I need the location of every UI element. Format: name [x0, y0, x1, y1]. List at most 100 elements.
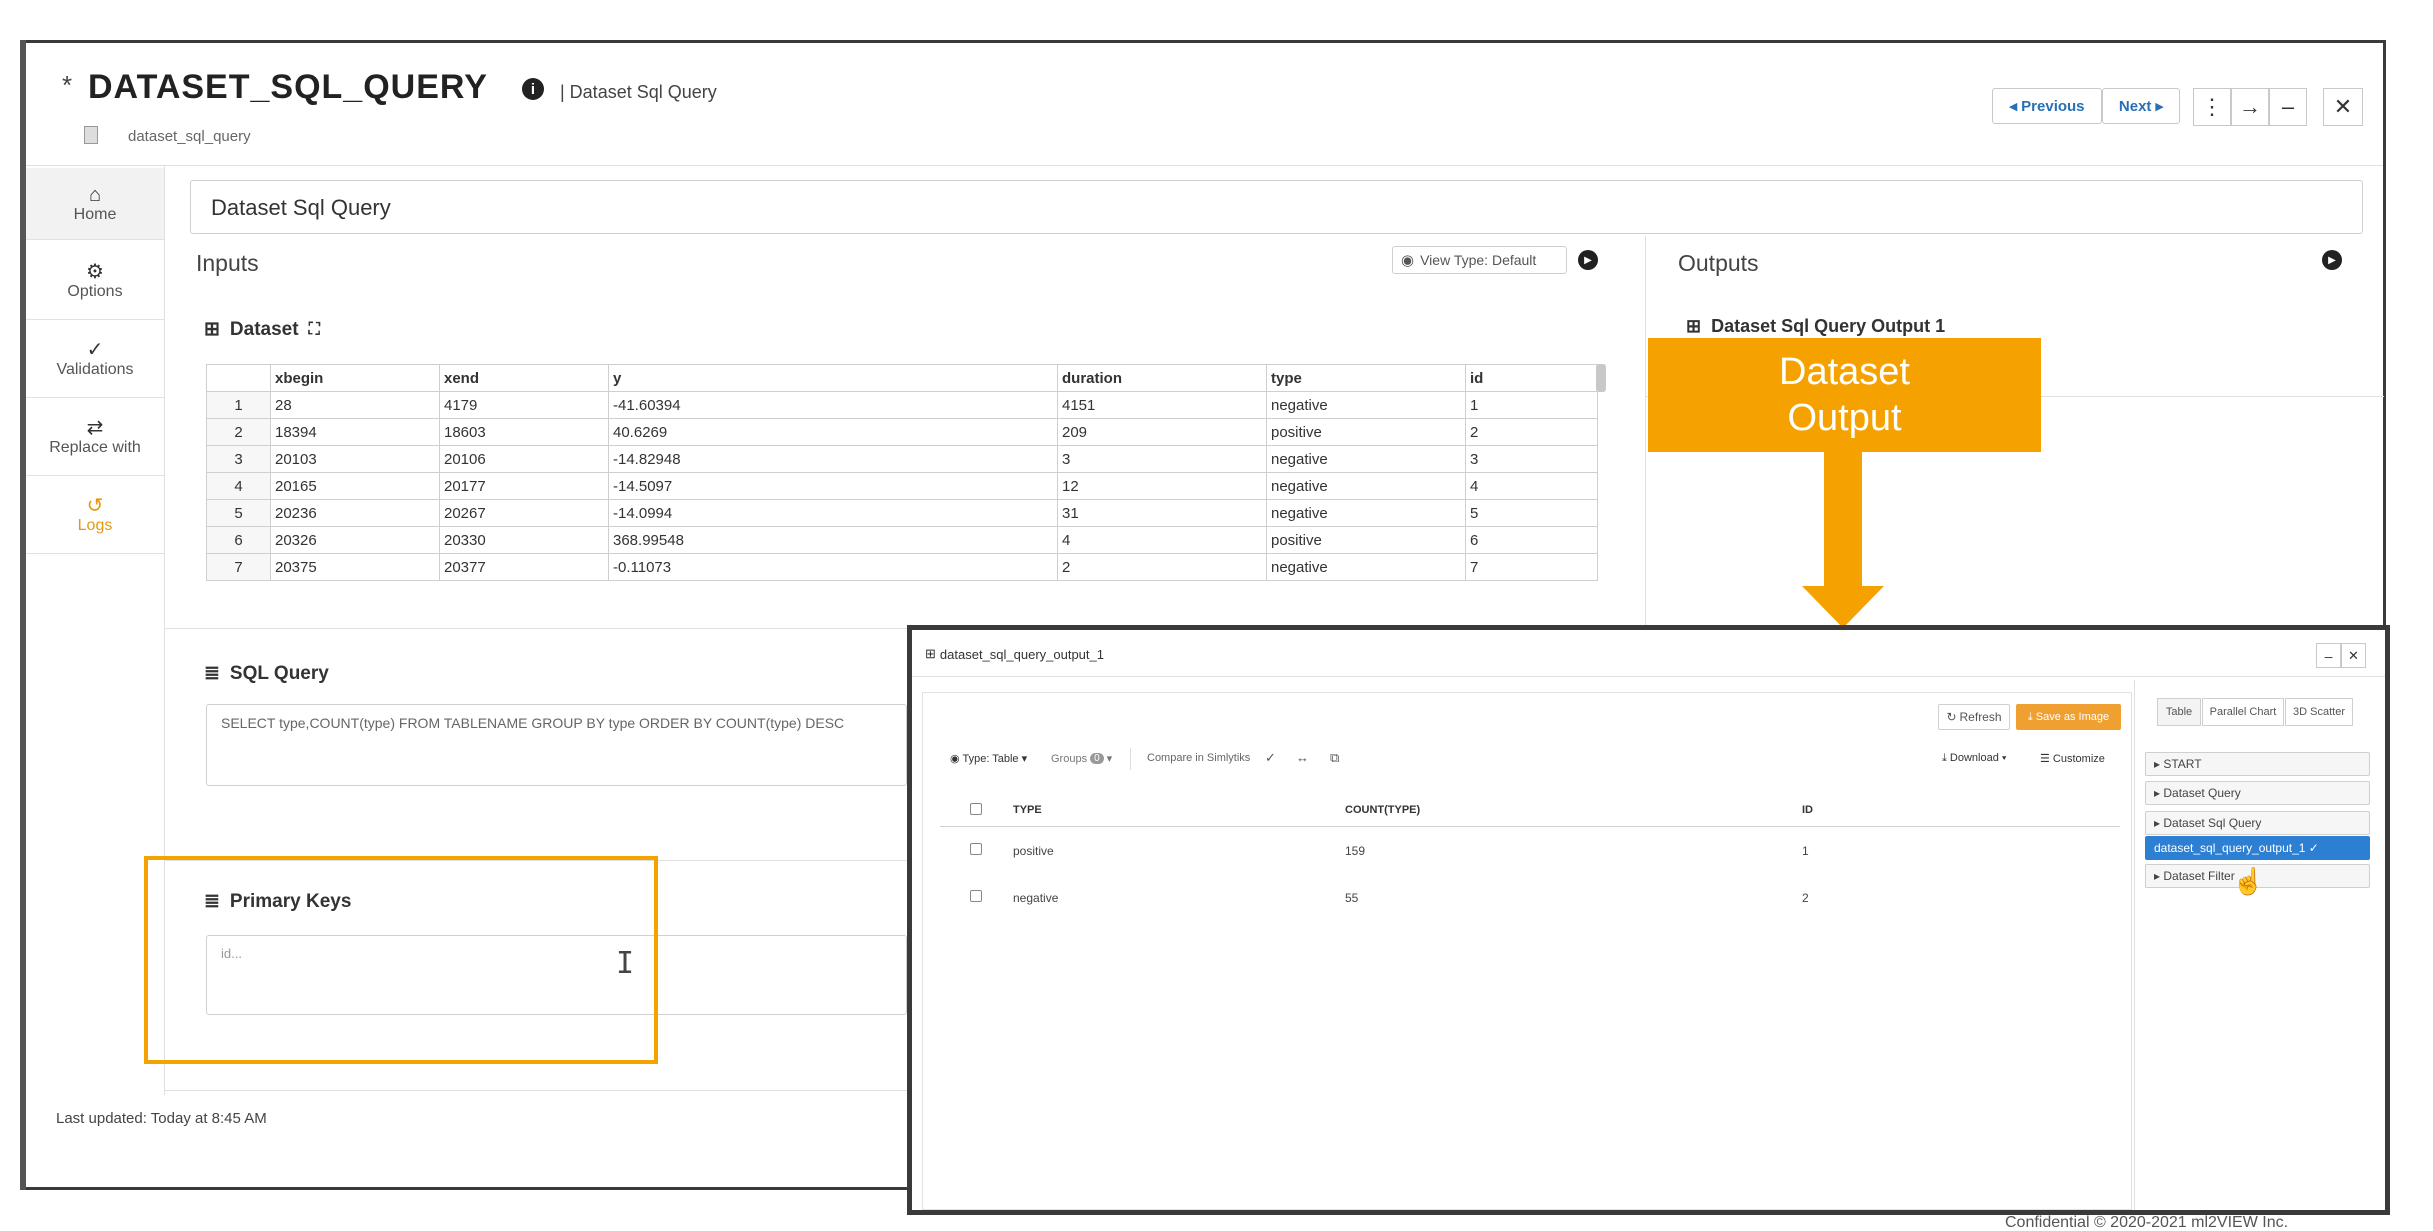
play-icon[interactable]: ▶: [2322, 250, 2342, 270]
column-header[interactable]: TYPE: [1012, 794, 1344, 827]
column-header[interactable]: ID: [1801, 794, 2120, 827]
column-header[interactable]: type: [1266, 364, 1466, 392]
callout-line: Dataset: [1779, 351, 1910, 393]
table-row[interactable]: 2 18394 18603 40.6269 209 positive 2: [206, 418, 1598, 446]
more-icon[interactable]: ⋮: [2193, 88, 2231, 126]
table-cell: 159: [1345, 843, 1366, 858]
sidebar-item-options[interactable]: ⚙ Options: [26, 242, 164, 320]
select-all-cell[interactable]: [940, 794, 1012, 827]
callout-arrow-shaft: [1824, 452, 1862, 588]
column-header[interactable]: duration: [1057, 364, 1267, 392]
minimize-icon[interactable]: –: [2316, 643, 2341, 668]
table-cell: negative: [1013, 890, 1059, 905]
tab-parallel-chart[interactable]: Parallel Chart: [2202, 698, 2284, 726]
checkbox[interactable]: [970, 890, 982, 902]
row-number: 4: [206, 472, 271, 500]
column-header[interactable]: COUNT(TYPE): [1344, 794, 1801, 827]
table-cell: positive: [1266, 418, 1466, 446]
table-cell: 4: [1465, 472, 1598, 500]
table-cell: 2: [1802, 890, 1809, 905]
column-header[interactable]: y: [608, 364, 1058, 392]
groups-dropdown[interactable]: Groups 0 ▾: [1051, 752, 1113, 766]
table-row[interactable]: 4 20165 20177 -14.5097 12 negative 4: [206, 472, 1598, 500]
footer-divider: [165, 1090, 907, 1091]
view-type-label: View Type: Default: [1420, 252, 1537, 268]
table-cell: -14.0994: [608, 499, 1058, 527]
sidebar-item-label: Replace with: [49, 438, 141, 456]
check-icon[interactable]: ✓: [1265, 750, 1276, 766]
save-as-image-button[interactable]: ⤓ Save as Image: [2016, 704, 2121, 730]
expand-icon[interactable]: ⛶: [309, 321, 320, 339]
table-row[interactable]: 6 20326 20330 368.99548 4 positive 6: [206, 526, 1598, 554]
close-icon[interactable]: ✕: [2341, 643, 2366, 668]
preview-content-panel: [922, 692, 2132, 1210]
table-cell: 1: [1465, 391, 1598, 419]
table-row[interactable]: 1 28 4179 -41.60394 4151 negative 1: [206, 391, 1598, 419]
preview-title: dataset_sql_query_output_1: [939, 646, 1104, 662]
next-button[interactable]: Next ▸: [2102, 88, 2180, 124]
refresh-button[interactable]: ↻ Refresh: [1938, 704, 2010, 730]
tree-item-dataset-query[interactable]: ▸ Dataset Query: [2145, 781, 2370, 805]
play-icon[interactable]: ▶: [1578, 250, 1598, 270]
type-table-label: Type: Table ▾: [962, 753, 1028, 765]
tree-item-output-selected[interactable]: dataset_sql_query_output_1 ✓: [2145, 836, 2370, 860]
column-header[interactable]: xbegin: [270, 364, 440, 392]
table-row[interactable]: negative 55 2: [940, 874, 2120, 921]
column-header[interactable]: id: [1465, 364, 1598, 392]
table-row[interactable]: 3 20103 20106 -14.82948 3 negative 3: [206, 445, 1598, 473]
column-header[interactable]: xend: [439, 364, 609, 392]
sql-label: SQL Query: [229, 662, 329, 684]
sidebar-item-validations[interactable]: ✓ Validations: [26, 320, 164, 398]
checkbox[interactable]: [970, 843, 982, 855]
history-icon: ↺: [86, 494, 104, 517]
table-cell: -14.5097: [608, 472, 1058, 500]
type-table-dropdown[interactable]: ◉ Type: Table ▾: [950, 752, 1027, 765]
sidebar-item-home[interactable]: ⌂ Home: [26, 168, 164, 240]
table-scrollbar[interactable]: [1596, 364, 1606, 392]
copy-icon[interactable]: ⧉: [1330, 750, 1339, 766]
result-table[interactable]: TYPE COUNT(TYPE) ID positive 159 1 negat…: [940, 794, 2120, 921]
page-subtitle: | Dataset Sql Query: [560, 82, 717, 102]
compare-in-simlytiks[interactable]: Compare in Simlytiks: [1147, 752, 1250, 764]
tab-table[interactable]: Table: [2157, 698, 2201, 726]
swap-icon: ⇄: [86, 416, 104, 439]
tree-item-start[interactable]: ▸ START: [2145, 752, 2370, 776]
row-number: 6: [206, 526, 271, 554]
output-dataset-label: Dataset Sql Query Output 1: [1711, 316, 1946, 336]
minimize-icon[interactable]: –: [2269, 88, 2307, 126]
table-cell: 31: [1057, 499, 1267, 527]
download-label: Download ▾: [1949, 752, 2007, 764]
sql-section-title: ≣ SQL Query: [204, 662, 329, 685]
table-cell: 20236: [270, 499, 440, 527]
inputs-heading: Inputs: [196, 250, 259, 276]
arrow-right-icon[interactable]: →: [2231, 88, 2269, 126]
table-cell: 28: [270, 391, 440, 419]
check-icon: ✓: [86, 338, 104, 361]
view-type-button[interactable]: ◉ View Type: Default: [1392, 246, 1567, 274]
table-cell: 4151: [1057, 391, 1267, 419]
sidebar-item-replace-with[interactable]: ⇄ Replace with: [26, 398, 164, 476]
table-row[interactable]: positive 159 1: [940, 827, 2120, 875]
customize-button[interactable]: ☰ Customize: [2040, 752, 2105, 765]
chevron-down-icon: ▾: [1106, 753, 1113, 765]
previous-button[interactable]: ◂ Previous: [1992, 88, 2102, 124]
input-data-table[interactable]: xbegin xend y duration type id 1 28 4179 -4…: [206, 364, 1608, 596]
table-row[interactable]: 5 20236 20267 -14.0994 31 negative 5: [206, 499, 1598, 527]
checkbox[interactable]: [970, 802, 982, 815]
tree-item-dataset-sql-query[interactable]: ▸ Dataset Sql Query: [2145, 811, 2370, 835]
table-row[interactable]: 7 20375 20377 -0.11073 2 negative 7: [206, 553, 1598, 581]
toolbar-separator: [1130, 748, 1131, 770]
row-select-cell[interactable]: [940, 874, 1012, 921]
info-icon[interactable]: i: [522, 78, 544, 100]
expand-horizontal-icon[interactable]: ↔: [1296, 750, 1309, 765]
tab-3d-scatter[interactable]: 3D Scatter: [2285, 698, 2353, 726]
sidebar-item-logs[interactable]: ↺ Logs: [26, 476, 164, 554]
sql-query-input[interactable]: SELECT type,COUNT(type) FROM TABLENAME G…: [206, 704, 907, 786]
node-name-field[interactable]: Dataset Sql Query: [190, 180, 2363, 234]
close-icon[interactable]: ✕: [2323, 88, 2363, 126]
table-cell: 18394: [270, 418, 440, 446]
sidebar-item-label: Logs: [77, 516, 113, 534]
download-dropdown[interactable]: ⤓ Download ▾: [1942, 752, 2007, 765]
output-dataset-title[interactable]: ⊞ Dataset Sql Query Output 1: [1686, 316, 1945, 337]
row-select-cell[interactable]: [940, 827, 1012, 875]
